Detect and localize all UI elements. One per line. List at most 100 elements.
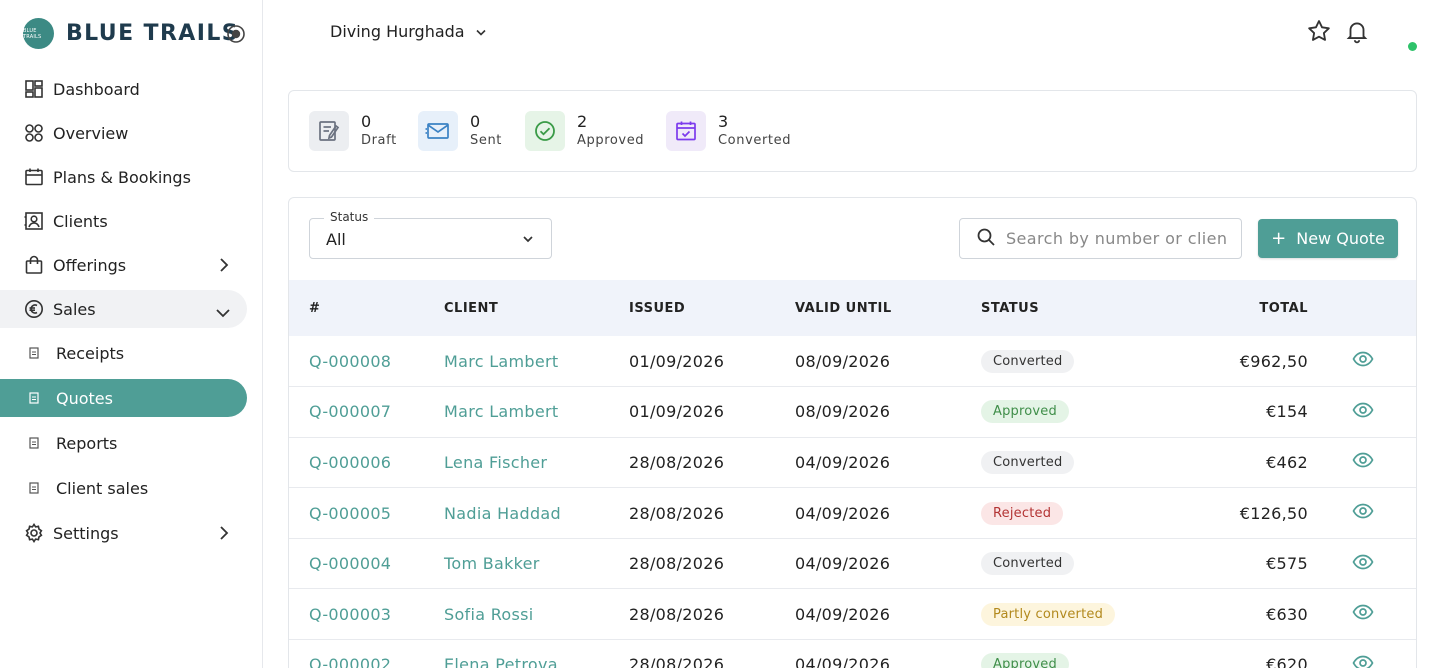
status-badge: Converted <box>981 552 1075 576</box>
quote-number-link[interactable]: Q-000006 <box>309 453 391 472</box>
summary-draft[interactable]: 0 Draft <box>309 111 397 151</box>
eye-icon[interactable] <box>1352 604 1374 620</box>
overview-icon <box>24 123 44 143</box>
workspace-selector[interactable]: Diving Hurghada <box>330 22 487 41</box>
top-bar: Diving Hurghada <box>263 0 1440 64</box>
calendar-icon <box>24 167 44 187</box>
star-icon[interactable] <box>1306 18 1332 48</box>
sidebar-item-dashboard[interactable]: Dashboard <box>0 70 247 108</box>
eye-icon[interactable] <box>1352 503 1374 519</box>
search-field[interactable] <box>959 218 1242 259</box>
sent-label: Sent <box>470 133 502 148</box>
table-row[interactable]: Q-000002 Elena Petrova 28/08/2026 04/09/… <box>289 640 1416 668</box>
sidebar-item-sales[interactable]: Sales <box>0 290 247 328</box>
column-header-total[interactable]: TOTAL <box>1181 280 1308 336</box>
online-status-indicator <box>1408 42 1417 51</box>
quote-summary: 0 Draft 0 Sent 2 Approved 3 Converted <box>288 90 1417 172</box>
clients-icon <box>24 211 44 231</box>
eye-icon[interactable] <box>1352 554 1374 570</box>
document-icon <box>28 437 40 449</box>
eye-icon[interactable] <box>1352 402 1374 418</box>
sidebar-subitem-client-sales[interactable]: Client sales <box>0 469 247 507</box>
mail-icon <box>418 111 458 151</box>
total-amount: €575 <box>1266 554 1308 574</box>
valid-until-date: 08/09/2026 <box>795 402 891 422</box>
client-link[interactable]: Marc Lambert <box>444 352 558 371</box>
total-amount: €126,50 <box>1239 503 1308 523</box>
client-link[interactable]: Marc Lambert <box>444 402 558 421</box>
sidebar-subitem-quotes[interactable]: Quotes <box>0 379 247 417</box>
sidebar-item-settings[interactable]: Settings <box>0 514 247 552</box>
chevron-down-icon <box>521 231 535 250</box>
column-header-number[interactable]: # <box>289 280 444 336</box>
status-badge: Partly converted <box>981 602 1116 626</box>
table-row[interactable]: Q-000004 Tom Bakker 28/08/2026 04/09/202… <box>289 538 1416 589</box>
sidebar-subitem-receipts[interactable]: Receipts <box>0 334 247 372</box>
total-amount: €620 <box>1266 655 1308 668</box>
eye-icon[interactable] <box>1352 452 1374 468</box>
table-row[interactable]: Q-000005 Nadia Haddad 28/08/2026 04/09/2… <box>289 488 1416 539</box>
new-quote-button[interactable]: + New Quote <box>1258 219 1398 258</box>
converted-label: Converted <box>718 133 792 148</box>
column-header-valid-until[interactable]: VALID UNTIL <box>795 280 981 336</box>
sidebar-toggle-icon[interactable] <box>226 24 246 48</box>
sidebar-item-label: Settings <box>53 523 119 543</box>
euro-icon <box>24 299 44 319</box>
quote-number-link[interactable]: Q-000003 <box>309 605 391 624</box>
sidebar-item-plans-bookings[interactable]: Plans & Bookings <box>0 158 247 196</box>
sidebar-item-label: Clients <box>53 211 108 231</box>
column-header-status[interactable]: STATUS <box>981 280 1181 336</box>
table-row[interactable]: Q-000003 Sofia Rossi 28/08/2026 04/09/20… <box>289 589 1416 640</box>
valid-until-date: 04/09/2026 <box>795 554 891 574</box>
column-header-issued[interactable]: ISSUED <box>629 280 795 336</box>
draft-count: 0 <box>361 112 372 131</box>
check-circle-icon <box>525 111 565 151</box>
sidebar-item-clients[interactable]: Clients <box>0 202 247 240</box>
quote-number-link[interactable]: Q-000004 <box>309 554 391 573</box>
draft-label: Draft <box>361 133 397 148</box>
sidebar-subitem-label: Client sales <box>56 478 149 498</box>
client-link[interactable]: Lena Fischer <box>444 453 547 472</box>
sidebar-subitem-label: Quotes <box>56 388 113 408</box>
issued-date: 28/08/2026 <box>629 655 725 668</box>
status-badge: Rejected <box>981 501 1064 525</box>
column-header-client[interactable]: CLIENT <box>444 280 629 336</box>
valid-until-date: 04/09/2026 <box>795 655 891 668</box>
eye-icon[interactable] <box>1352 351 1374 367</box>
summary-approved[interactable]: 2 Approved <box>525 111 644 151</box>
client-link[interactable]: Sofia Rossi <box>444 605 534 624</box>
dashboard-icon <box>24 79 44 99</box>
client-link[interactable]: Tom Bakker <box>444 554 540 573</box>
sidebar-item-label: Offerings <box>53 255 127 275</box>
search-input[interactable] <box>1006 229 1226 248</box>
quote-number-link[interactable]: Q-000002 <box>309 655 391 668</box>
issued-date: 28/08/2026 <box>629 554 725 574</box>
quote-number-link[interactable]: Q-000007 <box>309 402 391 421</box>
status-filter-select[interactable]: Status All <box>309 210 552 259</box>
sidebar-item-overview[interactable]: Overview <box>0 114 247 152</box>
table-row[interactable]: Q-000006 Lena Fischer 28/08/2026 04/09/2… <box>289 437 1416 488</box>
summary-converted[interactable]: 3 Converted <box>666 111 791 151</box>
issued-date: 28/08/2026 <box>629 503 725 523</box>
valid-until-date: 08/09/2026 <box>795 351 891 371</box>
quote-number-link[interactable]: Q-000005 <box>309 504 391 523</box>
quote-number-link[interactable]: Q-000008 <box>309 352 391 371</box>
status-badge: Approved <box>981 400 1069 424</box>
status-filter-label: Status <box>324 210 375 224</box>
eye-icon[interactable] <box>1352 655 1374 668</box>
plus-icon: + <box>1271 228 1287 249</box>
top-actions <box>1306 18 1370 48</box>
sidebar-item-offerings[interactable]: Offerings <box>0 246 247 284</box>
brand[interactable]: BLUE TRAILS BLUE TRAILS <box>23 18 239 49</box>
table-row[interactable]: Q-000008 Marc Lambert 01/09/2026 08/09/2… <box>289 336 1416 387</box>
client-link[interactable]: Elena Petrova <box>444 655 558 668</box>
draft-icon <box>309 111 349 151</box>
table-row[interactable]: Q-000007 Marc Lambert 01/09/2026 08/09/2… <box>289 387 1416 438</box>
client-link[interactable]: Nadia Haddad <box>444 504 561 523</box>
summary-sent[interactable]: 0 Sent <box>418 111 502 151</box>
sidebar-subitem-reports[interactable]: Reports <box>0 424 247 462</box>
bell-icon[interactable] <box>1344 18 1370 48</box>
brand-logo: BLUE TRAILS <box>23 18 54 49</box>
calendar-check-icon <box>666 111 706 151</box>
workspace-name: Diving Hurghada <box>330 22 465 41</box>
